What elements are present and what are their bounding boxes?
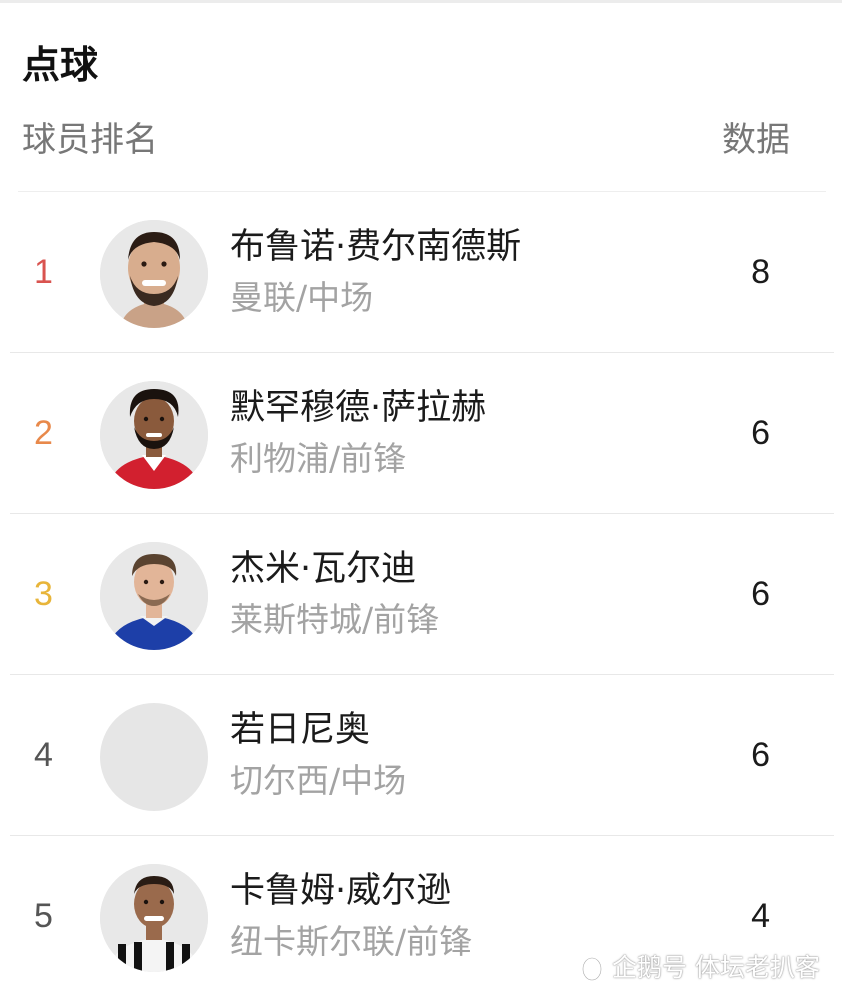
player-team-position: 利物浦/前锋 bbox=[230, 439, 407, 478]
player-team-position: 曼联/中场 bbox=[230, 278, 374, 317]
rank-number: 1 bbox=[34, 253, 53, 291]
player-name: 卡鲁姆·威尔逊 bbox=[230, 871, 452, 911]
penalty-count: 6 bbox=[751, 414, 770, 452]
player-avatar[interactable] bbox=[100, 542, 208, 650]
page-title: 点球 bbox=[22, 43, 99, 87]
top-divider bbox=[0, 0, 842, 3]
rank-number: 4 bbox=[34, 736, 53, 774]
player-avatar[interactable] bbox=[100, 381, 208, 489]
player-photo-bruno bbox=[100, 220, 208, 328]
rank-number: 2 bbox=[34, 414, 53, 452]
player-row[interactable]: 4 若日尼奥 切尔西/中场 6 bbox=[0, 675, 842, 836]
watermark-text: 企鹅号 体坛老扒客 bbox=[612, 953, 820, 982]
player-row[interactable]: 3 杰米·瓦尔迪 莱斯特城/前锋 6 bbox=[0, 514, 842, 675]
player-row[interactable]: 2 默罕穆德·萨拉赫 利物浦/前锋 6 bbox=[0, 353, 842, 514]
penalty-count: 6 bbox=[751, 736, 770, 774]
player-photo-salah bbox=[100, 381, 208, 489]
player-photo-wilson bbox=[100, 864, 208, 972]
penalty-count: 8 bbox=[751, 253, 770, 291]
player-name: 杰米·瓦尔迪 bbox=[230, 549, 417, 589]
player-row[interactable]: 1 布鲁诺·费尔南德斯 曼联/中场 8 bbox=[0, 192, 842, 353]
player-photo-vardy bbox=[100, 542, 208, 650]
rank-number: 5 bbox=[34, 897, 53, 935]
player-team-position: 纽卡斯尔联/前锋 bbox=[230, 922, 473, 961]
column-header-data: 数据 bbox=[722, 120, 790, 160]
penalty-count: 4 bbox=[751, 897, 770, 935]
penguin-logo-icon bbox=[582, 957, 603, 981]
player-team-position: 切尔西/中场 bbox=[230, 761, 407, 800]
player-avatar[interactable] bbox=[100, 864, 208, 972]
watermark: 企鹅号 体坛老扒客 bbox=[578, 952, 820, 984]
player-avatar-placeholder[interactable] bbox=[100, 703, 208, 811]
player-ranking-list: 1 布鲁诺·费尔南德斯 曼联/中场 8 2 默罕穆德·萨拉赫 利物浦/前锋 6 … bbox=[0, 192, 842, 997]
player-team-position: 莱斯特城/前锋 bbox=[230, 600, 440, 639]
column-header-rank: 球员排名 bbox=[22, 120, 158, 160]
penalty-count: 6 bbox=[751, 575, 770, 613]
player-avatar[interactable] bbox=[100, 220, 208, 328]
player-name: 若日尼奥 bbox=[230, 710, 371, 750]
player-name: 默罕穆德·萨拉赫 bbox=[230, 388, 487, 428]
player-name: 布鲁诺·费尔南德斯 bbox=[230, 227, 522, 267]
rank-number: 3 bbox=[34, 575, 53, 613]
